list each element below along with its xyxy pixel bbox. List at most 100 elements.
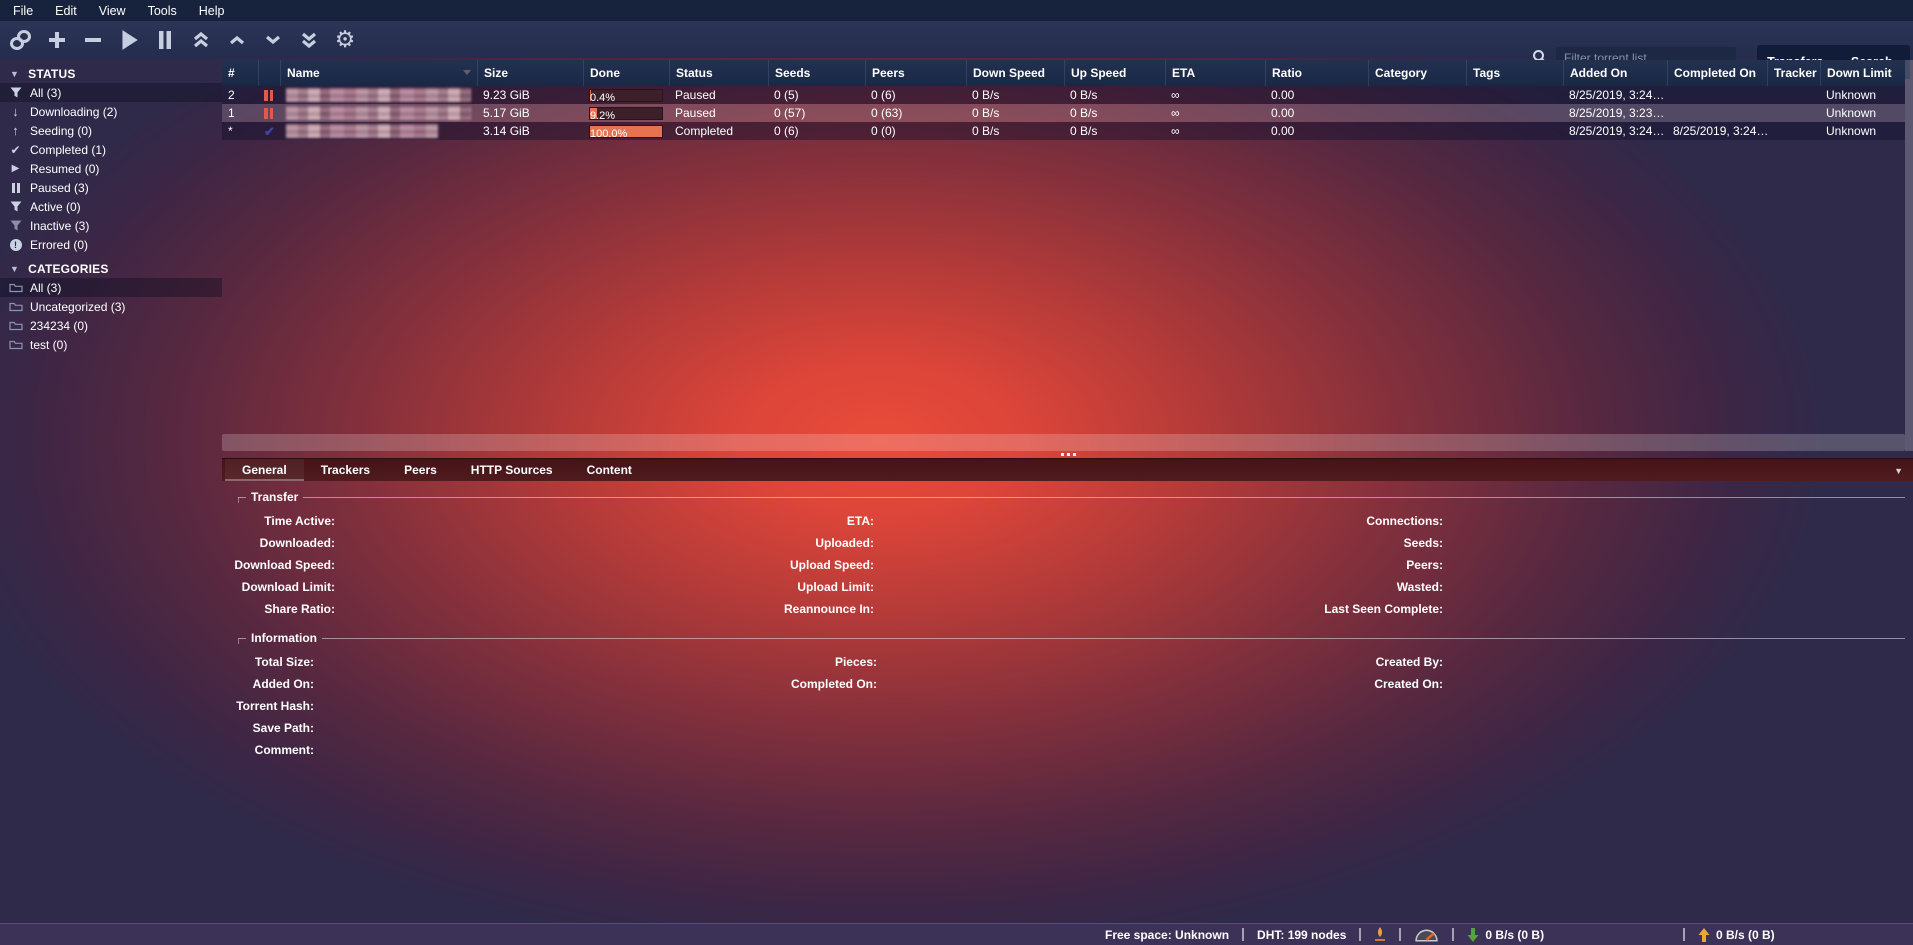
connection-status-icon[interactable] [1374, 927, 1386, 943]
detail-tab-trackers[interactable]: Trackers [304, 459, 387, 481]
dht-nodes-label[interactable]: DHT: 199 nodes [1257, 928, 1346, 942]
torrent-name-redacted [286, 88, 471, 102]
label-pieces: Pieces: [835, 655, 877, 669]
checkmark-icon: ✔ [7, 144, 24, 156]
progress-bar: 0.4% [589, 89, 663, 102]
paused-state-icon [264, 108, 273, 119]
collapse-caret-icon: ▼ [10, 264, 19, 274]
col-header-done[interactable]: Done [583, 60, 669, 86]
sidebar-category-test[interactable]: test (0) [0, 335, 222, 354]
folder-icon [7, 339, 24, 350]
statusbar-separator [1242, 928, 1244, 941]
col-header-eta[interactable]: ETA [1165, 60, 1265, 86]
torrent-name-redacted [286, 124, 438, 138]
col-header-added-on[interactable]: Added On [1563, 60, 1667, 86]
sidebar-item-active[interactable]: Active (0) [0, 197, 222, 216]
transfer-section: Transfer Time Active: ETA: Connections: … [238, 490, 1905, 620]
torrent-name-redacted [286, 106, 471, 120]
torrent-row[interactable]: * ✔ 3.14 GiB 100.0% Completed 0 (6) 0 (0… [222, 122, 1905, 140]
label-connections: Connections: [1366, 514, 1443, 528]
col-header-status[interactable]: Status [669, 60, 768, 86]
col-header-tags[interactable]: Tags [1466, 60, 1563, 86]
completed-check-icon: ✔ [264, 125, 275, 138]
move-bottom-icon[interactable] [297, 26, 321, 54]
free-space-label: Free space: Unknown [1105, 928, 1229, 942]
panel-splitter[interactable] [222, 451, 1913, 458]
pause-bars-icon [7, 183, 24, 193]
resume-icon[interactable] [117, 26, 141, 54]
categories-section-header[interactable]: ▼ CATEGORIES [0, 259, 222, 278]
panel-collapse-caret-icon[interactable]: ▼ [1894, 466, 1903, 476]
col-header-size[interactable]: Size [477, 60, 583, 86]
col-header-ratio[interactable]: Ratio [1265, 60, 1368, 86]
move-top-icon[interactable] [189, 26, 213, 54]
horizontal-scrollbar[interactable] [222, 434, 1905, 451]
torrent-row[interactable]: 1 5.17 GiB 9.2% Paused 0 (57) 0 (63) 0 B… [222, 104, 1905, 122]
menu-help[interactable]: Help [188, 0, 236, 21]
detail-tab-content[interactable]: Content [570, 459, 649, 481]
col-header-category[interactable]: Category [1368, 60, 1466, 86]
menu-tools[interactable]: Tools [137, 0, 188, 21]
information-section-title: Information [246, 631, 322, 645]
sidebar-category-uncategorized[interactable]: Uncategorized (3) [0, 297, 222, 316]
col-header-down-limit[interactable]: Down Limit [1820, 60, 1905, 86]
status-bar: Free space: Unknown DHT: 199 nodes 0 B/s… [0, 923, 1913, 945]
alt-speed-limits-icon[interactable] [1414, 927, 1439, 942]
folder-icon [7, 320, 24, 331]
sidebar-item-inactive[interactable]: Inactive (3) [0, 216, 222, 235]
sidebar-item-resumed[interactable]: ▶ Resumed (0) [0, 159, 222, 178]
sidebar-item-paused[interactable]: Paused (3) [0, 178, 222, 197]
col-header-name[interactable]: Name [280, 60, 477, 86]
detail-tab-peers[interactable]: Peers [387, 459, 454, 481]
sidebar-item-seeding[interactable]: ↑ Seeding (0) [0, 121, 222, 140]
col-header-peers[interactable]: Peers [865, 60, 966, 86]
link-icon[interactable] [8, 26, 33, 54]
main-area: # Name Size Done Status Seeds Peers Down… [222, 58, 1913, 923]
filter-icon [7, 220, 24, 231]
torrent-row[interactable]: 2 9.23 GiB 0.4% Paused 0 (5) 0 (6) 0 B/s… [222, 86, 1905, 104]
col-header-down-speed[interactable]: Down Speed [966, 60, 1064, 86]
menu-view[interactable]: View [88, 0, 137, 21]
label-last-seen-complete: Last Seen Complete: [1324, 602, 1443, 616]
menu-file[interactable]: File [2, 0, 44, 21]
sort-arrow-icon [463, 70, 471, 75]
global-download-speed[interactable]: 0 B/s (0 B) [1467, 928, 1544, 942]
delete-torrent-icon[interactable] [81, 26, 105, 54]
add-torrent-icon[interactable] [45, 26, 69, 54]
detail-tab-general[interactable]: General [225, 459, 304, 481]
menu-edit[interactable]: Edit [44, 0, 88, 21]
filter-icon [7, 201, 24, 212]
sidebar-category-234234[interactable]: 234234 (0) [0, 316, 222, 335]
col-header-tracker[interactable]: Tracker [1767, 60, 1820, 86]
move-up-icon[interactable] [225, 26, 249, 54]
sidebar-item-errored[interactable]: ! Errored (0) [0, 235, 222, 254]
label-added-on: Added On: [253, 677, 314, 691]
sidebar-category-all[interactable]: All (3) [0, 278, 222, 297]
splitter-handle[interactable] [1061, 453, 1064, 456]
col-header-state[interactable] [258, 60, 280, 86]
col-header-up-speed[interactable]: Up Speed [1064, 60, 1165, 86]
detail-tab-http-sources[interactable]: HTTP Sources [454, 459, 570, 481]
label-torrent-hash: Torrent Hash: [236, 699, 314, 713]
col-header-seeds[interactable]: Seeds [768, 60, 865, 86]
progress-bar: 100.0% [589, 125, 663, 138]
global-upload-speed[interactable]: 0 B/s (0 B) [1698, 928, 1775, 942]
status-section-header[interactable]: ▼ STATUS [0, 64, 222, 83]
play-icon: ▶ [7, 164, 24, 174]
error-icon: ! [7, 239, 24, 251]
label-time-active: Time Active: [264, 514, 335, 528]
vertical-scrollbar[interactable] [1905, 60, 1913, 451]
sidebar-item-downloading[interactable]: ↓ Downloading (2) [0, 102, 222, 121]
pause-icon[interactable] [153, 26, 177, 54]
statusbar-separator [1399, 928, 1401, 941]
download-speed-icon [1467, 928, 1479, 942]
col-header-num[interactable]: # [222, 60, 258, 86]
move-down-icon[interactable] [261, 26, 285, 54]
col-header-completed-on[interactable]: Completed On [1667, 60, 1767, 86]
sidebar-item-completed[interactable]: ✔ Completed (1) [0, 140, 222, 159]
sidebar-item-all[interactable]: All (3) [0, 83, 222, 102]
label-upload-limit: Upload Limit: [797, 580, 874, 594]
folder-icon [7, 282, 24, 293]
settings-gear-icon[interactable]: ⚙ [333, 26, 357, 54]
label-total-size: Total Size: [255, 655, 314, 669]
